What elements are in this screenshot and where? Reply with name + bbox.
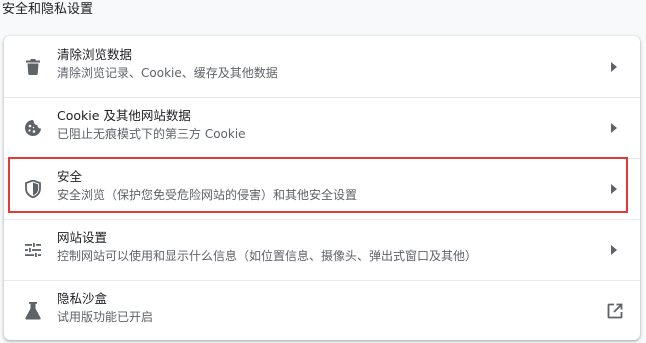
row-title: Cookie 及其他网站数据 <box>57 108 191 123</box>
sliders-icon <box>24 241 42 259</box>
settings-card: 清除浏览数据 清除浏览记录、Cookie、缓存及其他数据 Cookie 及其他网… <box>4 36 640 340</box>
row-subtitle: 安全浏览（保护您免受危险网站的侵害）和其他安全设置 <box>57 188 358 202</box>
site-settings-row[interactable]: 网站设置 控制网站可以使用和显示什么信息（如位置信息、摄像头、弹出式窗口及其他） <box>4 219 640 280</box>
cookie-icon <box>24 119 42 137</box>
security-row[interactable]: 安全 安全浏览（保护您免受危险网站的侵害）和其他安全设置 <box>4 158 640 219</box>
row-subtitle: 已阻止无痕模式下的第三方 Cookie <box>57 127 246 141</box>
chevron-right-icon <box>608 244 620 256</box>
external-link-icon[interactable] <box>606 302 624 320</box>
chevron-right-icon <box>608 122 620 134</box>
shield-icon <box>24 179 42 198</box>
privacy-security-settings: 安全和隐私设置 清除浏览数据 清除浏览记录、Cookie、缓存及其他数据 Coo… <box>0 0 646 343</box>
chevron-right-icon <box>608 183 620 195</box>
row-subtitle: 试用版功能已开启 <box>57 310 154 324</box>
trash-icon <box>24 58 42 76</box>
row-title: 隐私沙盒 <box>57 291 108 306</box>
section-title: 安全和隐私设置 <box>2 2 94 17</box>
row-title: 安全 <box>57 169 83 184</box>
clear-browsing-data-row[interactable]: 清除浏览数据 清除浏览记录、Cookie、缓存及其他数据 <box>4 36 640 97</box>
row-title: 清除浏览数据 <box>57 47 133 62</box>
row-subtitle: 清除浏览记录、Cookie、缓存及其他数据 <box>57 66 278 80</box>
cookies-row[interactable]: Cookie 及其他网站数据 已阻止无痕模式下的第三方 Cookie <box>4 97 640 158</box>
privacy-sandbox-row[interactable]: 隐私沙盒 试用版功能已开启 <box>4 280 640 340</box>
row-title: 网站设置 <box>57 230 108 245</box>
flask-icon <box>24 301 42 320</box>
row-subtitle: 控制网站可以使用和显示什么信息（如位置信息、摄像头、弹出式窗口及其他） <box>57 249 478 263</box>
chevron-right-icon <box>608 61 620 73</box>
